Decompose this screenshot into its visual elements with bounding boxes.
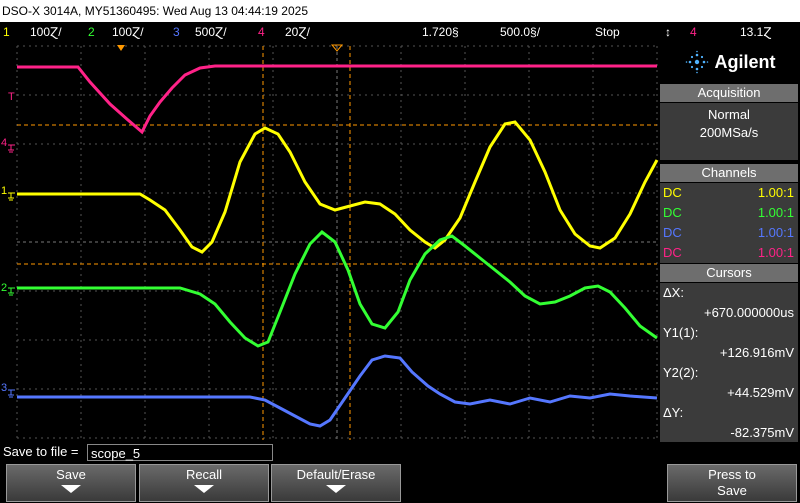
ch3-label[interactable]: 3: [173, 22, 180, 42]
ch1-ground-marker[interactable]: 1: [1, 185, 7, 197]
ch4-label[interactable]: 4: [258, 22, 265, 42]
ch4-scale[interactable]: 20Ɀ/: [285, 22, 310, 42]
ch4-ground-marker[interactable]: 4: [1, 137, 7, 149]
ch1-coupling: DC: [663, 185, 682, 200]
y1-label-row: Y1(1):: [660, 323, 798, 343]
agilent-logo: Agilent: [660, 42, 800, 82]
ch1-label[interactable]: 1: [3, 22, 10, 42]
dx-label-row: ΔX:: [660, 283, 798, 303]
y2-label-row: Y2(2):: [660, 363, 798, 383]
dx-value: +670.000000us: [703, 305, 794, 320]
default-erase-softkey[interactable]: Default/Erase: [271, 464, 401, 502]
y2-value-row: +44.529mV: [660, 383, 798, 403]
acquisition-header: Acquisition: [660, 84, 798, 102]
ch4-coupling: DC: [663, 245, 682, 260]
ch3-ground-marker[interactable]: 3: [1, 382, 7, 394]
agilent-spark-icon: [685, 50, 708, 74]
channel-row-1: DC 1.00:1: [660, 183, 798, 203]
ch3-coupling: DC: [663, 225, 682, 240]
ch2-label[interactable]: 2: [88, 22, 95, 42]
ch4-probe: 1.00:1: [757, 245, 794, 260]
default-erase-arrow-icon: [326, 485, 346, 493]
dy-value: -82.375mV: [730, 425, 794, 440]
save-arrow-icon: [61, 485, 81, 493]
channel-row-3: DC 1.00:1: [660, 223, 798, 243]
dy-value-row: -82.375mV: [660, 423, 798, 443]
save-to-file-label: Save to file =: [3, 444, 79, 459]
save-filename-bar: Save to file = scope_5: [0, 442, 800, 462]
ch2-coupling: DC: [663, 205, 682, 220]
title-bar: DSO-X 3014A, MY51360495: Wed Aug 13 04:4…: [0, 0, 800, 22]
ch2-ground-marker[interactable]: 2: [1, 282, 7, 294]
acquisition-panel: Normal 200MSa/s: [660, 103, 798, 160]
y1-value: +126.916mV: [719, 345, 794, 360]
waveform-display[interactable]: T 4 1 2 3: [0, 42, 660, 442]
channels-panel: DC 1.00:1 DC 1.00:1 DC 1.00:1 DC 1.00:1: [660, 183, 798, 263]
trigger-level[interactable]: 13.1Ɀ: [740, 22, 772, 42]
save-softkey-label: Save: [56, 467, 86, 482]
status-bar: 1 100Ɀ/ 2 100Ɀ/ 3 500Ɀ/ 4 20Ɀ/ 1.720§ 50…: [0, 22, 800, 42]
y2-label: Y2(2):: [663, 365, 699, 380]
trigger-level-marker[interactable]: T: [8, 91, 15, 103]
filename-field[interactable]: scope_5: [87, 444, 273, 461]
save-softkey[interactable]: Save: [6, 464, 136, 502]
press-save-label: Save: [717, 483, 747, 498]
ch2-probe: 1.00:1: [757, 205, 794, 220]
time-delay[interactable]: 1.720§: [422, 22, 459, 42]
dx-label: ΔX:: [663, 285, 684, 300]
side-panel: Agilent Acquisition Normal 200MSa/s Chan…: [660, 42, 800, 442]
trigger-source[interactable]: 4: [690, 22, 697, 42]
cursors-panel: ΔX: +670.000000us Y1(1): +126.916mV Y2(2…: [660, 283, 798, 442]
recall-softkey-label: Recall: [185, 467, 223, 482]
default-erase-softkey-label: Default/Erase: [296, 467, 376, 482]
cursors-header: Cursors: [660, 264, 798, 282]
ch3-probe: 1.00:1: [757, 225, 794, 240]
channel-row-2: DC 1.00:1: [660, 203, 798, 223]
y1-label: Y1(1):: [663, 325, 699, 340]
y2-value: +44.529mV: [727, 385, 794, 400]
y1-value-row: +126.916mV: [660, 343, 798, 363]
press-to-save-softkey[interactable]: Press to Save: [667, 464, 797, 502]
dx-value-row: +670.000000us: [660, 303, 798, 323]
graticule: T 4 1 2 3: [0, 42, 660, 442]
time-scale[interactable]: 500.0§/: [500, 22, 540, 42]
press-to-label: Press to: [708, 467, 756, 482]
recall-softkey[interactable]: Recall: [139, 464, 269, 502]
ch1-probe: 1.00:1: [757, 185, 794, 200]
brand-name: Agilent: [714, 51, 776, 72]
dy-label: ΔY:: [663, 405, 684, 420]
dy-label-row: ΔY:: [660, 403, 798, 423]
acquisition-mode: Normal: [708, 107, 750, 122]
channel-row-4: DC 1.00:1: [660, 243, 798, 263]
ch3-scale[interactable]: 500Ɀ/: [195, 22, 227, 42]
trigger-slope-icon: ↕: [665, 25, 671, 39]
ch1-scale[interactable]: 100Ɀ/: [30, 22, 62, 42]
recall-arrow-icon: [194, 485, 214, 493]
window-title: DSO-X 3014A, MY51360495: Wed Aug 13 04:4…: [2, 4, 308, 18]
channels-header: Channels: [660, 164, 798, 182]
softkey-bar: Save to file = scope_5 Save Recall Defau…: [0, 442, 800, 503]
run-state[interactable]: Stop: [595, 22, 620, 42]
ch2-scale[interactable]: 100Ɀ/: [112, 22, 144, 42]
sample-rate: 200MSa/s: [699, 125, 759, 140]
